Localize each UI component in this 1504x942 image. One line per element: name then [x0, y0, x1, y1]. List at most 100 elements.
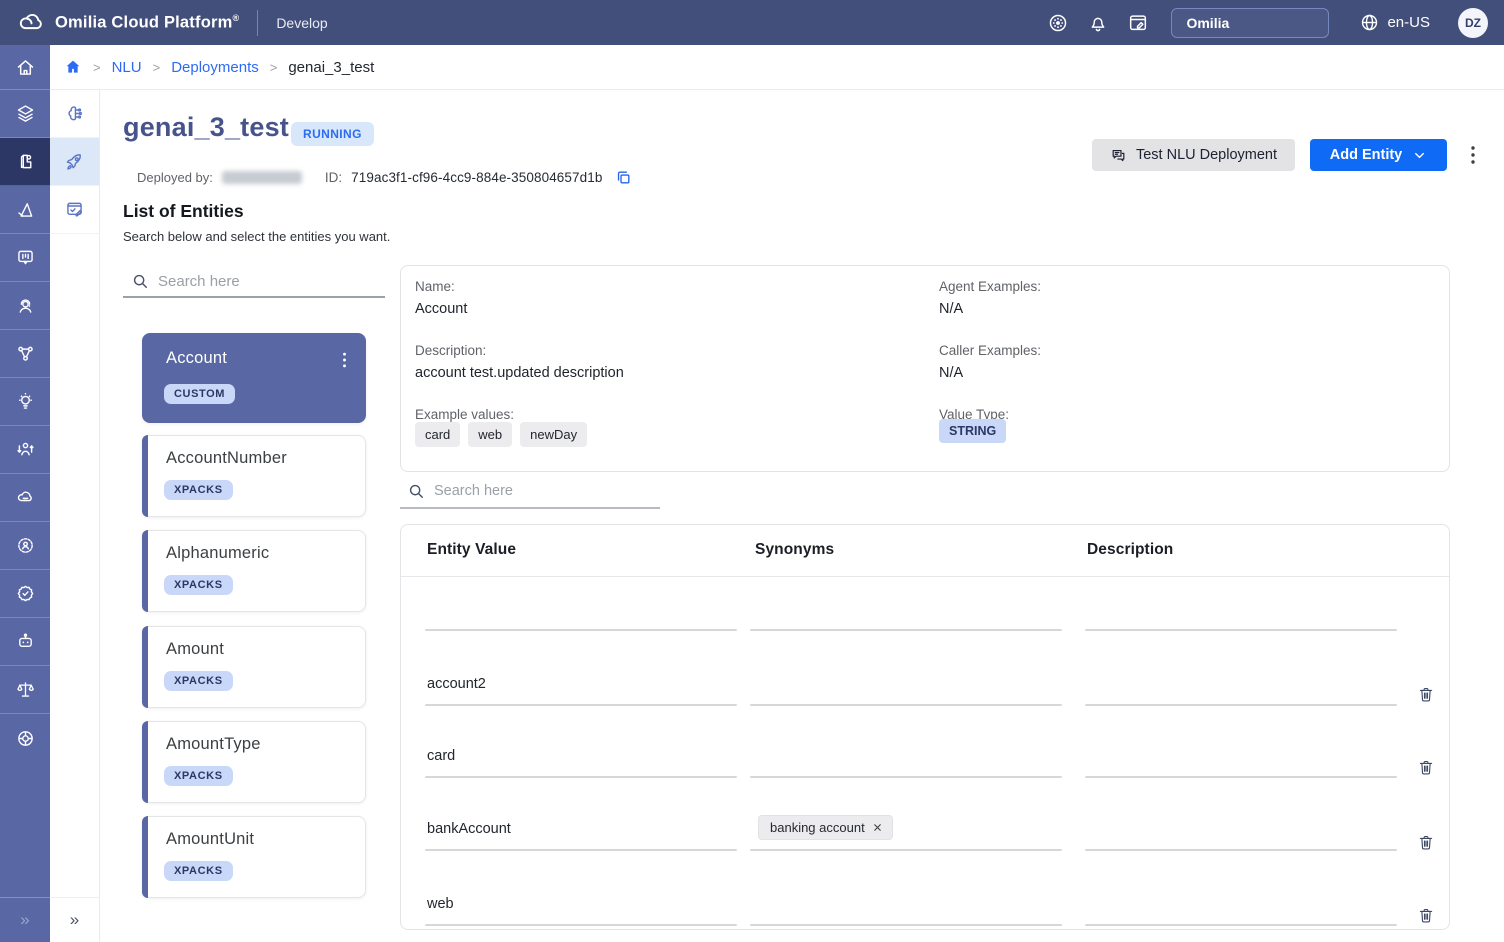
sidebar-item-orchestrator[interactable]	[0, 138, 50, 186]
person-arrows-icon	[15, 439, 36, 460]
entity-card-amount[interactable]: Amount XPACKS	[142, 626, 366, 708]
entity-badge: XPACKS	[164, 766, 233, 786]
sidebar-item-admin[interactable]	[0, 522, 50, 570]
sidebar-item-miniapps[interactable]	[0, 90, 50, 138]
values-search-input[interactable]	[434, 479, 644, 503]
notifications-icon[interactable]	[1087, 12, 1109, 34]
entity-name: Amount	[166, 640, 224, 659]
home-icon[interactable]	[64, 58, 82, 76]
entity-kebab-icon[interactable]	[338, 351, 351, 369]
globe-icon	[1359, 12, 1380, 33]
delete-row-button[interactable]	[1417, 685, 1435, 704]
tenant-selector[interactable]: Omilia	[1171, 8, 1329, 38]
avatar[interactable]: DZ	[1458, 8, 1488, 38]
page-title: genai_3_test	[123, 112, 289, 143]
description-input[interactable]	[1085, 776, 1397, 778]
copy-icon[interactable]	[615, 169, 632, 186]
main-content: genai_3_test RUNNING Deployed by: ID: 71…	[100, 90, 1504, 942]
deployed-by-label: Deployed by:	[137, 170, 213, 185]
delete-row-button[interactable]	[1417, 906, 1435, 925]
sidebar2-item-nlu-models[interactable]	[50, 90, 99, 138]
sidebar-item-home[interactable]	[0, 45, 50, 90]
synonym-chip-label: banking account	[770, 820, 865, 835]
breadcrumb-current: genai_3_test	[288, 59, 374, 76]
list-of-entities-heading: List of Entities	[123, 201, 244, 222]
entity-detail-panel: Name: Account Agent Examples: N/A Descri…	[400, 265, 1450, 472]
sidebar-item-quality[interactable]	[0, 570, 50, 618]
sidebar-item-insights[interactable]	[0, 378, 50, 426]
name-value: Account	[415, 301, 467, 317]
sidebar-item-analytics[interactable]	[0, 186, 50, 234]
secondary-sidebar-collapse[interactable]: »	[50, 897, 99, 942]
entity-value-cell[interactable]: bankAccount	[427, 821, 511, 837]
synonyms-input[interactable]	[750, 924, 1062, 926]
entity-card-alphanumeric[interactable]: Alphanumeric XPACKS	[142, 530, 366, 612]
entity-value-input[interactable]	[425, 776, 737, 778]
entity-badge: XPACKS	[164, 480, 233, 500]
description-input[interactable]	[1085, 629, 1397, 631]
sidebar-item-integrations[interactable]	[0, 330, 50, 378]
badge-check-icon	[15, 583, 36, 604]
layers-icon	[15, 103, 36, 124]
entity-value-input[interactable]	[425, 924, 737, 926]
delete-row-button[interactable]	[1417, 758, 1435, 777]
trash-icon	[1417, 685, 1435, 704]
entity-name: AccountNumber	[166, 449, 287, 468]
id-value: 719ac3f1-cf96-4cc9-884e-350804657d1b	[351, 170, 602, 185]
sidebar-item-compliance[interactable]	[0, 666, 50, 714]
add-entity-button[interactable]: Add Entity	[1310, 139, 1447, 171]
brand: Omilia Cloud Platform®	[0, 9, 239, 36]
triangle-ruler-icon	[15, 199, 36, 220]
entity-value-cell[interactable]: web	[427, 896, 454, 912]
orchestrator-icon	[15, 151, 36, 172]
status-badge: RUNNING	[291, 122, 374, 146]
synonyms-input[interactable]	[750, 849, 1062, 851]
primary-sidebar-collapse[interactable]: »	[0, 897, 50, 942]
breadcrumb-link-deployments[interactable]: Deployments	[171, 59, 259, 76]
test-nlu-deployment-button[interactable]: Test NLU Deployment	[1092, 139, 1295, 171]
sidebar-item-cloud-services[interactable]	[0, 474, 50, 522]
locale-label: en-US	[1387, 14, 1430, 31]
sidebar-item-dialogs[interactable]	[0, 234, 50, 282]
entity-value-cell[interactable]: card	[427, 748, 455, 764]
synonyms-input[interactable]	[750, 629, 1062, 631]
header-divider	[401, 576, 1450, 577]
entity-card-amounttype[interactable]: AmountType XPACKS	[142, 721, 366, 803]
column-header-entity-value: Entity Value	[427, 541, 516, 559]
kebab-menu-icon[interactable]	[1466, 145, 1480, 165]
synonyms-input[interactable]	[750, 776, 1062, 778]
delete-row-button[interactable]	[1417, 833, 1435, 852]
synonyms-input[interactable]	[750, 704, 1062, 706]
search-icon	[406, 481, 426, 501]
description-input[interactable]	[1085, 924, 1397, 926]
example-value-chip: newDay	[520, 422, 587, 447]
cloud-icon	[15, 487, 36, 508]
support-icon[interactable]	[1047, 12, 1069, 34]
sidebar2-item-evaluations[interactable]	[50, 186, 99, 234]
description-input[interactable]	[1085, 849, 1397, 851]
entity-badge: XPACKS	[164, 671, 233, 691]
sidebar-item-help[interactable]	[0, 714, 50, 762]
entity-value-input[interactable]	[425, 629, 737, 631]
locale-selector[interactable]: en-US	[1359, 12, 1430, 33]
entity-badge: XPACKS	[164, 575, 233, 595]
sidebar-item-assistant[interactable]	[0, 618, 50, 666]
entity-value-cell[interactable]: account2	[427, 676, 486, 692]
description-input[interactable]	[1085, 704, 1397, 706]
close-icon[interactable]	[872, 822, 883, 833]
entity-card-accountnumber[interactable]: AccountNumber XPACKS	[142, 435, 366, 517]
sidebar-item-routing[interactable]	[0, 426, 50, 474]
top-bar: Omilia Cloud Platform® Develop Omilia	[0, 0, 1504, 45]
feedback-icon[interactable]	[1127, 12, 1149, 34]
entity-value-input[interactable]	[425, 704, 737, 706]
entity-card-amountunit[interactable]: AmountUnit XPACKS	[142, 816, 366, 898]
entity-badge: CUSTOM	[164, 384, 235, 404]
agent-examples-value: N/A	[939, 301, 963, 317]
breadcrumb-link-nlu[interactable]: NLU	[112, 59, 142, 76]
entity-card-account[interactable]: Account CUSTOM	[142, 333, 366, 423]
sidebar-item-agents[interactable]	[0, 282, 50, 330]
entity-value-input[interactable]	[425, 849, 737, 851]
breadcrumb: > NLU > Deployments > genai_3_test	[50, 45, 1504, 90]
sidebar2-item-deployments[interactable]	[50, 138, 99, 186]
id-label: ID:	[325, 170, 342, 185]
